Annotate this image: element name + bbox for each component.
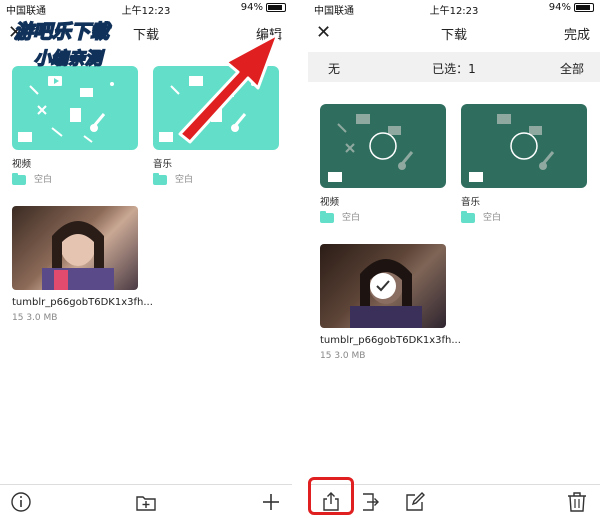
selection-bar: 无 已选：1 全部	[308, 52, 600, 82]
share-icon[interactable]	[320, 491, 342, 513]
svg-text:小编亲测: 小编亲测	[34, 49, 105, 69]
select-circle	[510, 132, 538, 160]
battery-icon	[266, 2, 286, 12]
video-thumbnail-selected[interactable]	[320, 244, 446, 328]
watermark-logo: 游吧乐下载 小编亲测	[13, 16, 154, 76]
edit-icon[interactable]	[404, 491, 426, 513]
status-bar: 中国联通 上午12:23 94%	[0, 0, 292, 17]
video-thumbnail[interactable]	[12, 206, 138, 290]
right-screen: 中国联通 上午12:23 94% ✕ 下载 完成 无 已选：1 全部 视频 空白	[308, 0, 600, 518]
screen-divider	[292, 0, 308, 518]
folder-name: 视频	[12, 159, 32, 170]
folder-icon	[461, 210, 475, 223]
folder-name: 音乐	[153, 159, 173, 170]
selected-count: 已选：1	[432, 62, 476, 76]
select-all-button[interactable]: 全部	[560, 60, 584, 77]
nav-bar: ✕ 下载 完成	[308, 18, 600, 48]
battery-icon	[574, 2, 594, 12]
folder-thumbnail-music[interactable]	[461, 104, 587, 188]
folder-icon	[12, 172, 26, 185]
move-icon[interactable]	[360, 491, 382, 513]
folder-thumbnail-video[interactable]	[320, 104, 446, 188]
battery-percent: 94%	[240, 2, 263, 13]
folder-subtitle: 空白	[461, 210, 501, 223]
file-name: tumblr_p66gobT6DK1x3fh...	[320, 335, 461, 346]
left-screen: 中国联通 上午12:23 94% ✕ 下载 编辑 视频 空白 音乐 空白 tum…	[0, 0, 292, 518]
trash-icon[interactable]	[566, 491, 588, 513]
file-meta: 15 3.0 MB	[12, 313, 58, 323]
select-circle	[369, 132, 397, 160]
video-preview-image	[42, 221, 114, 290]
folder-icon	[153, 172, 167, 185]
folder-thumbnail-video[interactable]	[12, 66, 138, 150]
file-meta: 15 3.0 MB	[320, 351, 366, 361]
file-name: tumblr_p66gobT6DK1x3fh...	[12, 297, 153, 308]
page-title: 下载	[440, 28, 467, 43]
folder-pattern-icon	[328, 114, 414, 182]
info-icon[interactable]	[10, 491, 32, 513]
svg-text:游吧乐下载: 游吧乐下载	[14, 21, 112, 43]
folder-icon	[320, 210, 334, 223]
battery-percent: 94%	[548, 2, 571, 13]
folder-pattern-icon	[469, 114, 555, 182]
done-button[interactable]: 完成	[564, 24, 590, 43]
bottom-toolbar	[308, 477, 600, 518]
plus-icon[interactable]	[260, 491, 282, 513]
folder-name: 视频	[320, 197, 340, 208]
add-folder-icon[interactable]	[135, 491, 157, 513]
battery-indicator: 94%	[241, 2, 286, 13]
battery-indicator: 94%	[549, 2, 594, 13]
folder-subtitle: 空白	[153, 172, 193, 185]
folder-pattern-icon	[18, 76, 114, 143]
status-bar: 中国联通 上午12:23 94%	[308, 0, 600, 17]
bottom-toolbar	[0, 484, 292, 518]
video-preview-image	[350, 259, 422, 328]
folder-subtitle: 空白	[320, 210, 360, 223]
folder-name: 音乐	[461, 197, 481, 208]
arrow-annotation-icon	[178, 32, 280, 144]
folder-subtitle: 空白	[12, 172, 52, 185]
